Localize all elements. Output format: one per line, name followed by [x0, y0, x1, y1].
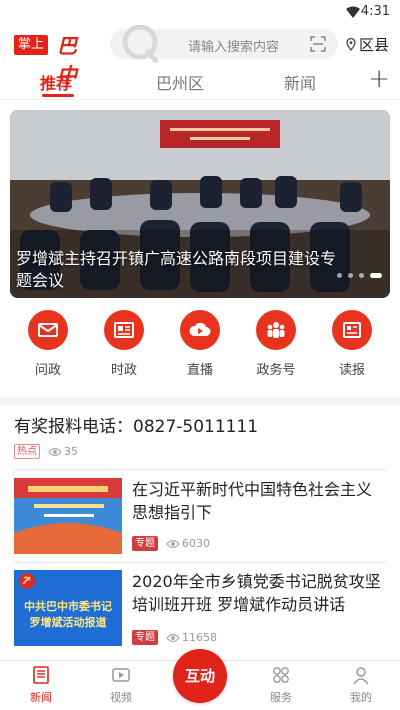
nav-video[interactable]: 视频: [96, 665, 146, 705]
location-pin-icon: [346, 37, 356, 51]
user-icon: [353, 667, 369, 685]
tab-news[interactable]: 新闻: [284, 70, 316, 94]
nav-label: 视频: [110, 691, 132, 704]
status-bar: 4:31: [0, 0, 400, 24]
news-item-hotline[interactable]: 有奖报料电话：0827-5011111 热点 35: [14, 412, 386, 470]
thumbnail-text: 罗增斌活动报道: [29, 616, 107, 629]
search-placeholder: 请输入搜索内容: [188, 40, 280, 55]
interact-button[interactable]: 互动: [173, 649, 227, 703]
view-count: 6030: [182, 537, 210, 550]
cloud-play-icon: [189, 322, 211, 336]
search-bar[interactable]: 请输入搜索内容: [110, 25, 338, 63]
news-meta: 专题 11658: [132, 630, 217, 645]
nav-label: 我的: [350, 691, 372, 704]
quick-link-read-paper[interactable]: 读报: [322, 310, 382, 378]
nav-label: 新闻: [30, 691, 52, 704]
news-meta: 专题 6030: [132, 536, 210, 551]
mail-icon: [38, 323, 58, 337]
location-selector[interactable]: 区县: [346, 34, 389, 54]
bottom-navigation: 新闻 视频 互动 服务 我的: [0, 649, 400, 710]
list-divider: [14, 562, 386, 563]
quick-link-shizheng[interactable]: 时政: [94, 310, 154, 378]
banner-carousel[interactable]: 罗增斌主持召开镇广高速公路南段项目建设专题会议: [10, 110, 390, 298]
quick-link-label: 政务号: [256, 363, 296, 378]
news-item[interactable]: 中共巴中市委书记 罗增斌活动报道 2020年全市乡镇党委书记脱贫攻坚培训班开班 …: [14, 570, 386, 658]
eye-icon: [48, 447, 62, 456]
nav-label: 服务: [270, 691, 292, 704]
news-title: 有奖报料电话：0827-5011111: [14, 417, 259, 437]
news-item[interactable]: 在习近平新时代中国特色社会主义思想指引下 专题 6030: [14, 478, 386, 566]
wifi-icon: [346, 6, 360, 18]
tab-bazhou[interactable]: 巴州区: [156, 70, 204, 94]
active-tab-indicator: [42, 94, 74, 97]
quick-link-live[interactable]: 直播: [170, 310, 230, 378]
section-separator: [0, 398, 400, 406]
status-time: 4:31: [360, 4, 390, 19]
category-tabs: 推荐 巴州区 新闻 +: [0, 64, 400, 100]
carousel-dot-active: [370, 273, 382, 278]
quick-link-wenzheng[interactable]: 问政: [18, 310, 78, 378]
topic-tag: 专题: [132, 630, 158, 645]
nav-profile[interactable]: 我的: [336, 665, 386, 705]
article-thumbnail: 中共巴中市委书记 罗增斌活动报道: [14, 570, 122, 646]
logo-box-text: 掌上: [14, 35, 49, 55]
tab-recommend[interactable]: 推荐: [40, 70, 72, 94]
carousel-dot: [348, 273, 353, 278]
carousel-dot: [337, 273, 342, 278]
nav-services[interactable]: 服务: [256, 665, 306, 705]
view-count: 11658: [182, 631, 217, 644]
quick-link-label: 时政: [110, 363, 137, 378]
scan-icon[interactable]: [310, 36, 326, 52]
video-icon: [112, 668, 130, 682]
quick-link-label: 问政: [34, 363, 61, 378]
carousel-indicator: [337, 273, 382, 278]
id-card-icon: [114, 322, 134, 338]
quick-link-gov-accounts[interactable]: 政务号: [246, 310, 306, 378]
topic-tag: 专题: [132, 536, 158, 551]
eye-icon: [166, 633, 180, 642]
nav-news[interactable]: 新闻: [16, 665, 66, 705]
location-label: 区县: [359, 35, 390, 54]
hot-tag: 热点: [14, 444, 40, 459]
people-icon: [267, 322, 285, 338]
quick-links: 问政 时政 直播 政务号 读报: [0, 310, 400, 380]
article-thumbnail: [14, 478, 122, 554]
add-channel-button[interactable]: +: [368, 66, 390, 92]
quick-link-label: 读报: [338, 363, 365, 378]
grid-icon: [273, 667, 289, 683]
news-icon: [33, 666, 49, 684]
quick-link-label: 直播: [186, 363, 213, 378]
thumbnail-text: 中共巴中市委书记: [24, 600, 112, 613]
carousel-dot: [359, 273, 364, 278]
search-icon: [122, 25, 159, 63]
news-meta: 热点 35: [14, 444, 78, 459]
eye-icon: [166, 539, 180, 548]
party-emblem-icon: [19, 573, 35, 589]
banner-caption: 罗增斌主持召开镇广高速公路南段项目建设专题会议: [16, 249, 337, 290]
news-title: 2020年全市乡镇党委书记脱贫攻坚培训班开班 罗增斌作动员讲话: [132, 572, 381, 614]
header: 掌上 巴中 请输入搜索内容 区县: [0, 25, 400, 87]
app-logo: 掌上 巴中: [14, 32, 84, 87]
news-title: 在习近平新时代中国特色社会主义思想指引下: [132, 480, 373, 522]
view-count: 35: [64, 445, 78, 458]
newspaper-icon: [343, 322, 361, 338]
